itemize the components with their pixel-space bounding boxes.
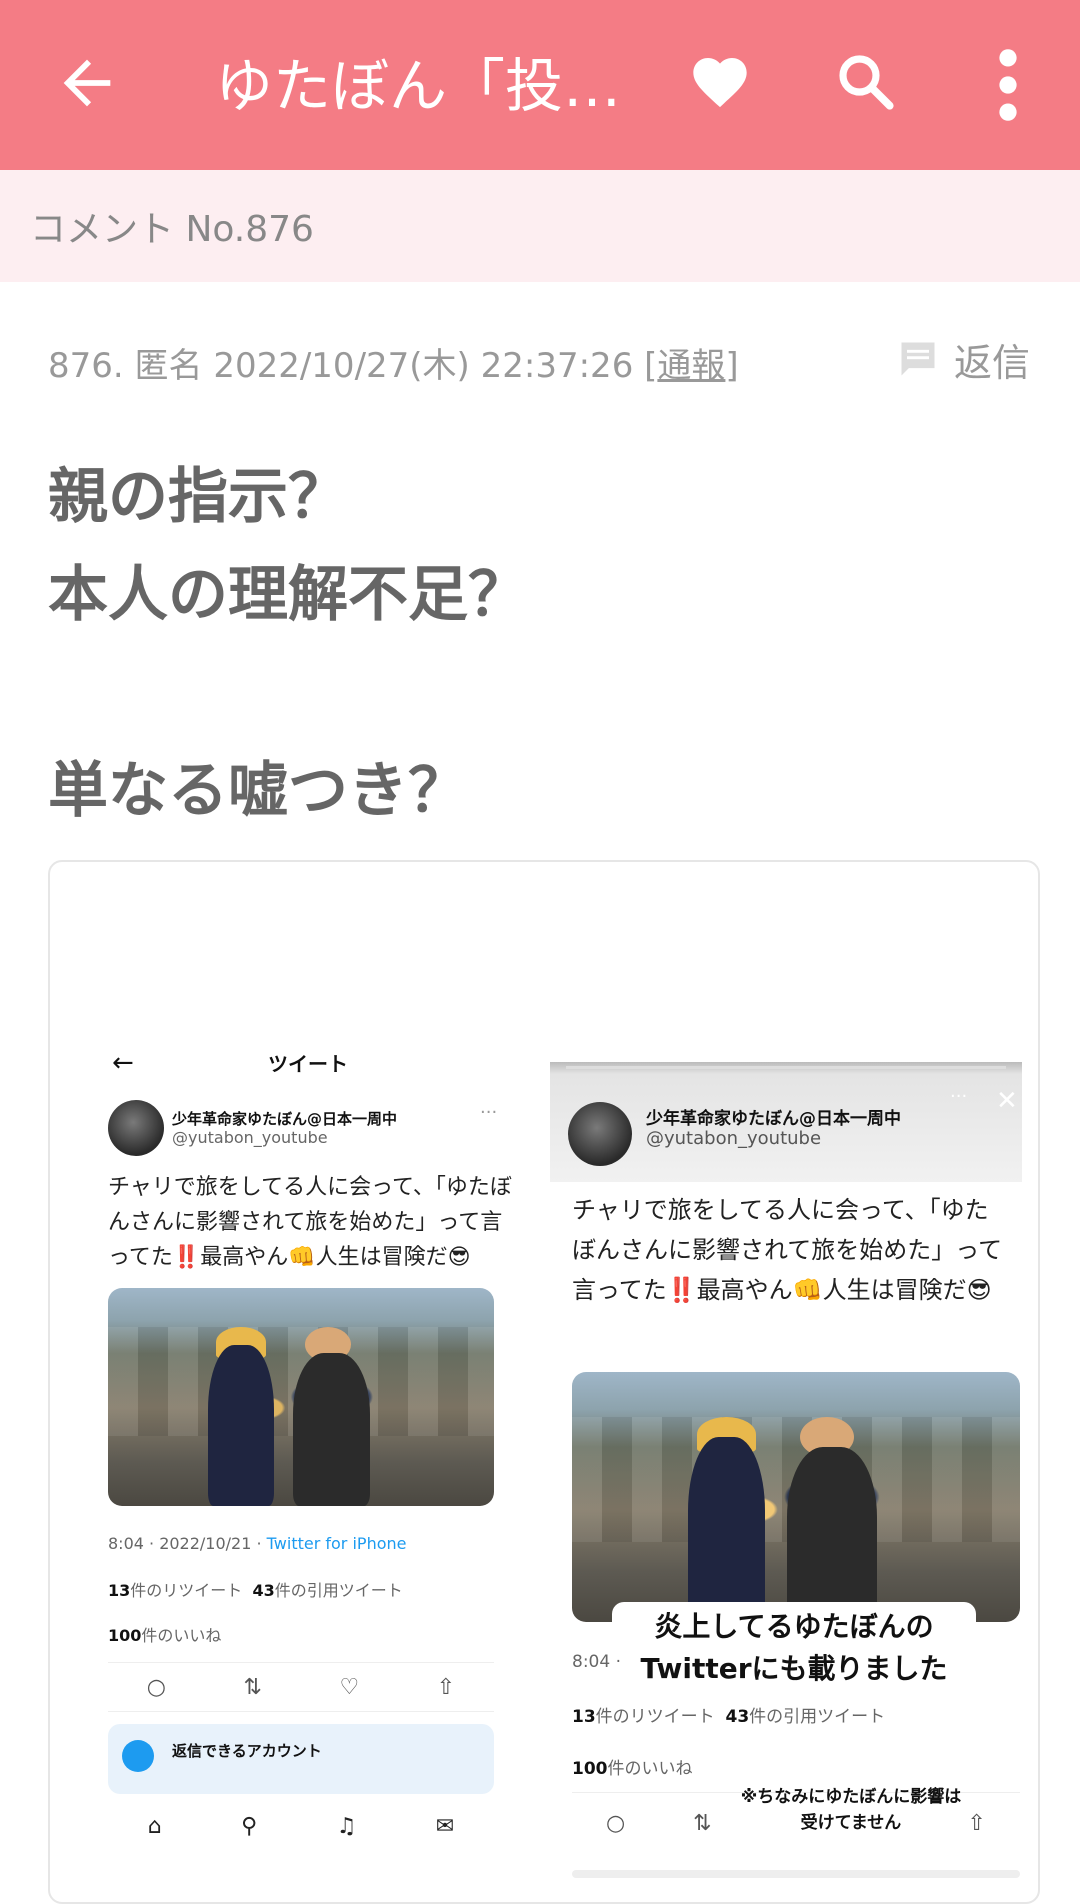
tweet-time: 8:04 · 2022/10/21 · Twitter for iPhone [108, 1534, 406, 1553]
more-dots-icon: ··· [950, 1086, 968, 1107]
caption-line: 炎上してるゆたぼんの [654, 1610, 934, 1643]
like-label: 件のいいね [607, 1759, 693, 1779]
comment-line: 単なる嘘つき？ [48, 756, 468, 826]
like-label: 件のいいね [141, 1626, 222, 1645]
share-icon: ⇧ [436, 1674, 456, 1700]
app-bar: ゆたぼん「投… [0, 0, 1080, 170]
comment-body: 親の指示？ 本人の理解不足？ 単なる嘘つき？ [48, 448, 528, 840]
left-tweet-screenshot: ← ツイート 少年革命家ゆたぼん@日本一周中 @yutabon_youtube … [108, 1042, 520, 1902]
story-bottom-bar [572, 1870, 1020, 1878]
tweet-photo [108, 1288, 494, 1506]
retweet-count: 13 [108, 1581, 131, 1600]
tweet-user-name: 少年革命家ゆたぼん@日本一周中 [646, 1109, 901, 1129]
tweet-actions: ○ ⇅ ♡ ⇧ [108, 1662, 494, 1712]
retweet-count: 13 [572, 1707, 596, 1727]
reply-icon: ○ [605, 1810, 626, 1836]
reply-restriction-box: 返信できるアカウント [108, 1724, 494, 1794]
retweet-label: 件のリツイート [595, 1707, 715, 1727]
tweet-photo [572, 1372, 1020, 1622]
like-icon: ♡ [339, 1674, 360, 1700]
heart-icon[interactable] [688, 50, 752, 114]
tweet-header-title: ツイート [268, 1052, 348, 1076]
like-count: 100 [572, 1759, 608, 1779]
home-icon: ⌂ [147, 1813, 162, 1839]
tweet-user-name: 少年革命家ゆたぼん@日本一周中 [172, 1110, 398, 1128]
comment-line: 本人の理解不足？ [48, 560, 528, 630]
tweet-text: チャリで旅をしてる人に会って、「ゆたぼんさんに影響されて旅を始めた」って言ってた… [572, 1196, 1003, 1304]
comment-meta-text: 876. 匿名 2022/10/27(木) 22:37:26 [48, 346, 645, 386]
report-bracket-open: [ [644, 346, 658, 386]
tweet-likes: 100件のいいね [108, 1622, 221, 1646]
tweet-handle: @yutabon_youtube [646, 1128, 822, 1149]
avatar [108, 1100, 164, 1156]
retweet-icon: ⇅ [243, 1674, 262, 1700]
comment-icon [901, 342, 935, 376]
report-bracket-close: ] [725, 346, 739, 386]
page-title: ゆたぼん「投… [215, 52, 622, 120]
report-link[interactable]: 通報 [657, 346, 725, 386]
quote-count: 43 [252, 1581, 275, 1600]
story-caption: 炎上してるゆたぼんの Twitterにも載りました [612, 1602, 976, 1694]
story-note: ※ちなみにゆたぼんに影響は 受けてません [726, 1784, 976, 1836]
tweet-time-text: 8:04 · 2022/10/21 · [108, 1534, 267, 1553]
retweet-label: 件のリツイート [130, 1581, 243, 1600]
attached-image[interactable]: ← ツイート 少年革命家ゆたぼん@日本一周中 @yutabon_youtube … [48, 860, 1040, 1904]
quote-count: 43 [725, 1707, 750, 1727]
more-vert-icon[interactable] [990, 48, 1026, 122]
tweet-stats: 13件のリツイート 43件の引用ツイート [108, 1577, 403, 1601]
comment-meta: 876. 匿名 2022/10/27(木) 22:37:26 [通報] [48, 338, 739, 387]
comment-number-bar: コメント No.876 [0, 170, 1080, 282]
retweet-icon: ⇅ [693, 1810, 712, 1836]
avatar [568, 1102, 632, 1166]
search-icon[interactable] [832, 48, 898, 114]
bell-icon: ♫ [336, 1813, 357, 1839]
mail-icon: ✉ [435, 1813, 455, 1839]
tweet-text: チャリで旅をしてる人に会って、「ゆたぼんさんに影響されて旅を始めた」って言ってた… [108, 1175, 512, 1270]
reply-icon: ○ [146, 1674, 166, 1700]
caption-line: Twitterにも載りました [640, 1652, 948, 1685]
person-icon [122, 1740, 154, 1772]
tweet-source: Twitter for iPhone [266, 1534, 407, 1553]
like-count: 100 [108, 1626, 142, 1645]
tweet-stats: 13件のリツイート 43件の引用ツイート [572, 1702, 885, 1727]
comment-line [48, 644, 528, 742]
twitter-bottom-nav: ⌂ ⚲ ♫ ✉ [108, 1806, 494, 1846]
back-arrow-icon[interactable] [52, 48, 122, 118]
tweet-likes: 100件のいいね [572, 1754, 693, 1779]
search-icon: ⚲ [241, 1813, 258, 1839]
quote-label: 件の引用ツイート [749, 1707, 886, 1727]
close-icon: ✕ [996, 1086, 1018, 1116]
quote-label: 件の引用ツイート [274, 1581, 403, 1600]
note-line: ※ちなみにゆたぼんに影響は [740, 1787, 962, 1807]
reply-button[interactable]: 返信 [896, 334, 1030, 385]
comment-line: 親の指示？ [48, 462, 348, 532]
back-arrow-icon: ← [112, 1048, 134, 1078]
right-story-screenshot: 少年革命家ゆたぼん@日本一周中 @yutabon_youtube ··· ✕ チ… [550, 1062, 1022, 1902]
reply-restriction-text: 返信できるアカウント [172, 1742, 322, 1760]
tweet-handle: @yutabon_youtube [172, 1128, 328, 1147]
note-line: 受けてません [800, 1813, 902, 1833]
tweet-time: 8:04 · [572, 1652, 621, 1672]
more-dots-icon: ··· [480, 1102, 498, 1123]
reply-label: 返信 [953, 340, 1030, 385]
comment-number-label: コメント No.876 [30, 209, 314, 250]
